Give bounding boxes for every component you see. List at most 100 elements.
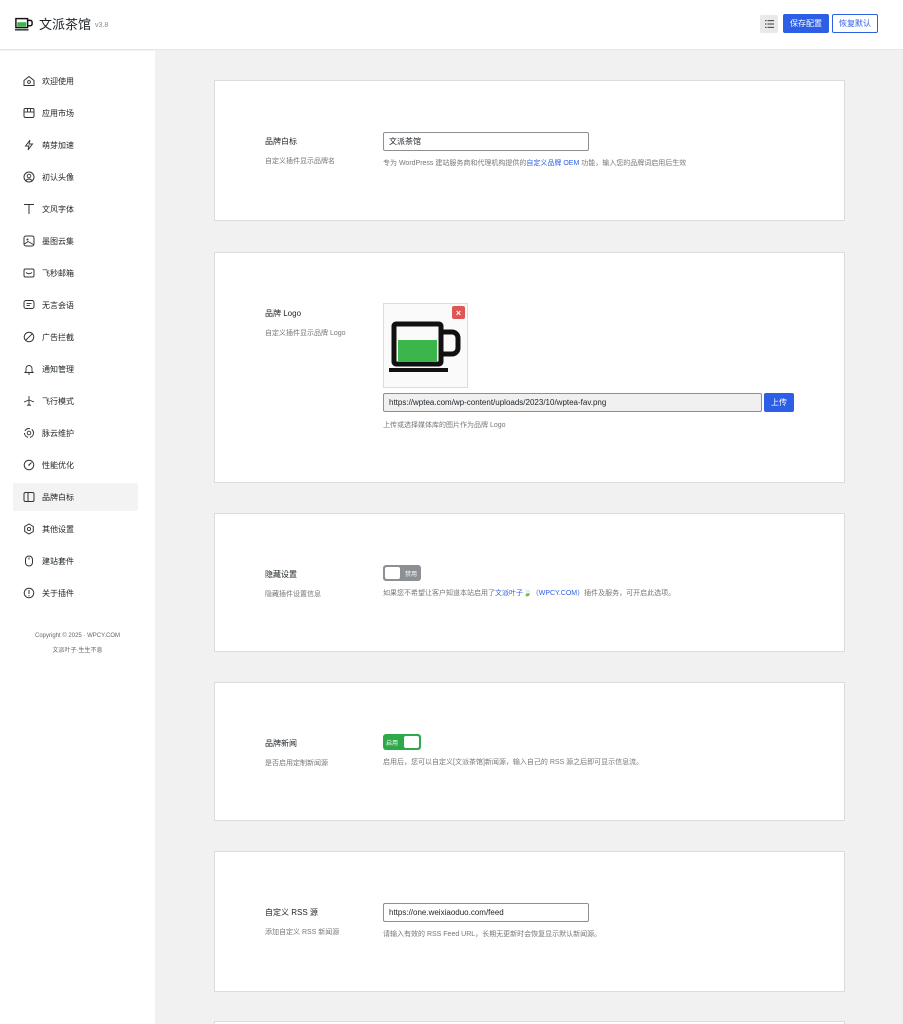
brand-name-input[interactable]: 文派茶馆 — [383, 132, 589, 151]
menu-toggle-button[interactable] — [760, 14, 778, 33]
airplane-icon — [23, 395, 35, 407]
info-icon — [23, 587, 35, 599]
sidebar-item-2[interactable]: 萌芽加速 — [13, 131, 138, 159]
help-prefix: 如果您不希望让客户知道本站启用了 — [383, 590, 495, 597]
sidebar-item-label: 文风字体 — [42, 204, 74, 214]
gauge-icon — [23, 459, 35, 471]
sidebar-item-label: 应用市场 — [42, 108, 74, 118]
block-icon — [23, 331, 35, 343]
logo-preview: × — [383, 303, 468, 388]
sidebar-item-3[interactable]: 初认头像 — [13, 163, 138, 191]
avatar-icon — [23, 171, 35, 183]
copyright-text: Copyright © 2025 · WPCY.COM — [34, 633, 120, 639]
hide-settings-toggle[interactable]: 禁用 — [383, 565, 421, 581]
sidebar-item-7[interactable]: 无言会语 — [13, 291, 138, 319]
sidebar-item-16[interactable]: 关于插件 — [13, 579, 138, 607]
sidebar-item-14[interactable]: 其他设置 — [13, 515, 138, 543]
brand-name-field-wrap: 文派茶馆 — [383, 132, 589, 151]
section-title: 品牌白标 — [265, 137, 297, 146]
section-title: 自定义 RSS 源 — [265, 908, 318, 917]
logo-url-row: https://wptea.com/wp-content/uploads/202… — [383, 393, 794, 412]
section-title: 品牌 Logo — [265, 309, 302, 318]
font-icon — [23, 203, 35, 215]
sidebar-item-15[interactable]: 建站套件 — [13, 547, 138, 575]
wpcy-link[interactable]: 文派叶子🍃（WPCY.COM） — [495, 590, 584, 597]
sidebar-item-label: 飞行模式 — [42, 396, 74, 406]
toggle-label: 禁用 — [404, 572, 417, 578]
sidebar-item-4[interactable]: 文风字体 — [13, 195, 138, 223]
section-desc: 隐藏插件设置信息 — [265, 591, 321, 598]
rss-card: 自定义 RSS 源 添加自定义 RSS 新闻源 https://one.weix… — [214, 851, 845, 992]
upload-button[interactable]: 上传 — [764, 393, 794, 412]
sidebar-item-label: 广告拦截 — [42, 332, 74, 342]
sidebar-item-8[interactable]: 广告拦截 — [13, 323, 138, 351]
store-icon — [23, 107, 35, 119]
section-desc: 是否启用定制新闻源 — [265, 760, 328, 767]
brand-news-toggle[interactable]: 启用 — [383, 734, 421, 750]
sidebar-item-6[interactable]: 飞秒邮箱 — [13, 259, 138, 287]
tea-cup-logo-icon — [15, 17, 33, 30]
sidebar-item-9[interactable]: 通知管理 — [13, 355, 138, 383]
logo-help: 上传或选择媒体库的图片作为品牌 Logo — [383, 422, 506, 429]
save-button[interactable]: 保存配置 — [783, 14, 829, 33]
section-desc: 自定义插件显示品牌名 — [265, 158, 335, 165]
logo-url-input[interactable]: https://wptea.com/wp-content/uploads/202… — [383, 393, 762, 412]
sidebar-item-label: 其他设置 — [42, 524, 74, 534]
settings-icon — [23, 523, 35, 535]
rss-field-wrap: https://one.weixiaoduo.com/feed — [383, 903, 589, 922]
help-suffix: 插件及服务，可开启此选项。 — [584, 590, 676, 597]
brand-news-toggle-wrap: 启用 — [383, 734, 421, 750]
sidebar-item-1[interactable]: 应用市场 — [13, 99, 138, 127]
sidebar-item-label: 欢迎使用 — [42, 76, 74, 86]
top-bar: 文派茶馆 v3.8 保存配置 恢复默认 — [0, 0, 903, 50]
rss-url-input[interactable]: https://one.weixiaoduo.com/feed — [383, 903, 589, 922]
hide-settings-card: 隐藏设置 隐藏插件设置信息 禁用 如果您不希望让客户知道本站启用了文派叶子🍃（W… — [214, 513, 845, 652]
sidebar-item-13[interactable]: 品牌白标 — [13, 483, 138, 511]
sidebar-item-5[interactable]: 墨图云集 — [13, 227, 138, 255]
sidebar-item-12[interactable]: 性能优化 — [13, 451, 138, 479]
remove-logo-button[interactable]: × — [452, 306, 465, 319]
reset-button[interactable]: 恢复默认 — [832, 14, 878, 33]
brand-logo-card: 品牌 Logo 自定义插件显示品牌 Logo × https://wptea.c… — [214, 252, 845, 483]
sidebar: 欢迎使用应用市场萌芽加速初认头像文风字体墨图云集飞秒邮箱无言会语广告拦截通知管理… — [0, 51, 155, 1024]
hide-settings-help: 如果您不希望让客户知道本站启用了文派叶子🍃（WPCY.COM）插件及服务，可开启… — [383, 588, 675, 598]
sidebar-item-label: 脉云维护 — [42, 428, 74, 438]
oem-link[interactable]: 自定义品牌 OEM — [526, 160, 579, 167]
sidebar-item-label: 无言会语 — [42, 300, 74, 310]
sidebar-item-label: 建站套件 — [42, 556, 74, 566]
rss-help: 请输入有效的 RSS Feed URL，长期无更新时会恢复显示默认新闻源。 — [383, 931, 602, 938]
sidebar-item-11[interactable]: 脉云维护 — [13, 419, 138, 447]
brand-news-help: 启用后，您可以自定义[文派茶馆]新闻源，输入自己的 RSS 源之后即可显示信息流… — [383, 759, 644, 766]
sidebar-item-label: 初认头像 — [42, 172, 74, 182]
toggle-knob — [404, 736, 419, 748]
help-prefix: 专为 WordPress 建站服务商和代理机构提供的 — [383, 160, 527, 167]
brand: 文派茶馆 v3.8 — [15, 14, 108, 33]
sidebar-item-0[interactable]: 欢迎使用 — [13, 67, 138, 95]
sidebar-item-label: 萌芽加速 — [42, 140, 74, 150]
footer-copyright: Copyright © 2025 · WPCY.COM 文派叶子·生生不息 — [0, 629, 155, 659]
hide-settings-toggle-wrap: 禁用 — [383, 565, 421, 581]
section-title: 隐藏设置 — [265, 570, 297, 579]
toggle-knob — [385, 567, 400, 579]
section-title: 品牌新闻 — [265, 739, 297, 748]
mail-icon — [23, 267, 35, 279]
tagline-text: 文派叶子·生生不息 — [52, 648, 103, 654]
image-icon — [23, 235, 35, 247]
sidebar-item-10[interactable]: 飞行模式 — [13, 387, 138, 415]
brand-icon — [23, 491, 35, 503]
lightning-icon — [23, 139, 35, 151]
toggle-label: 启用 — [386, 741, 399, 747]
sidebar-item-label: 性能优化 — [42, 460, 74, 470]
brand-name-card: 品牌白标 自定义插件显示品牌名 文派茶馆 专为 WordPress 建站服务商和… — [214, 80, 845, 221]
brand-news-card: 品牌新闻 是否启用定制新闻源 启用 启用后，您可以自定义[文派茶馆]新闻源，输入… — [214, 682, 845, 821]
brand-name: 文派茶馆 — [39, 17, 92, 32]
list-icon — [764, 19, 774, 28]
sidebar-item-label: 飞秒邮箱 — [42, 268, 74, 278]
help-suffix: 功能，输入您的品牌词启用后生效 — [579, 160, 687, 167]
bell-icon — [23, 363, 35, 375]
version-label: v3.8 — [95, 21, 109, 29]
comment-icon — [23, 299, 35, 311]
section-desc: 自定义插件显示品牌 Logo — [265, 330, 346, 337]
home-icon — [23, 75, 35, 87]
sidebar-item-label: 通知管理 — [42, 364, 74, 374]
